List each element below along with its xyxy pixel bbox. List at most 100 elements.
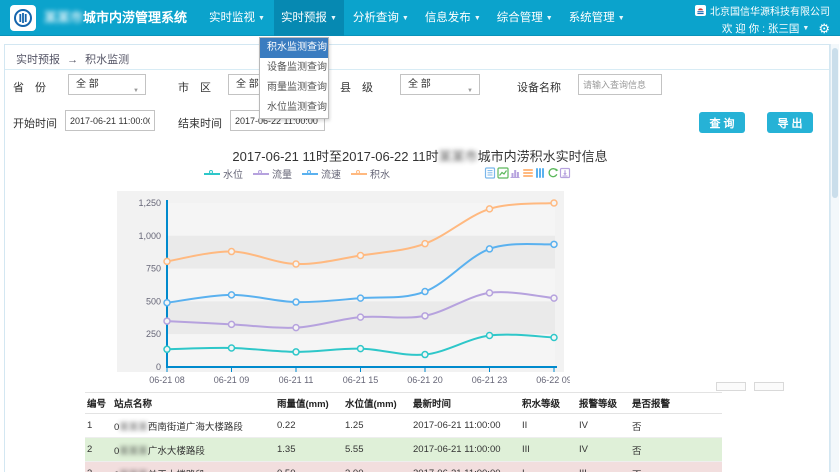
stack-icon[interactable] (522, 167, 534, 179)
chart-title: 2017-06-21 11时至2017-06-22 11时某某市城市内涝积水实时… (0, 146, 840, 165)
city-label: 市 区 (178, 79, 211, 95)
device-name-label: 设备名称 (517, 79, 561, 95)
device-name-input[interactable] (578, 74, 662, 95)
table-row[interactable]: 2 0某某某广水大楼路段 1.35 5.55 2017-06-21 11:00:… (85, 438, 722, 462)
legend-item-waterlevel[interactable]: 水位 (204, 166, 243, 181)
table-row[interactable]: 3 0某某某关王大楼路段 0.50 3.00 2017-06-21 11:00:… (85, 462, 722, 472)
company-logo-icon (695, 5, 706, 16)
user-name[interactable]: 张三国 (768, 21, 800, 36)
nav-item-general-manage[interactable]: 综合管理▼ (490, 0, 560, 36)
chevron-down-icon: ▼ (402, 15, 409, 22)
table-control-button[interactable] (716, 382, 746, 391)
forecast-dropdown-menu: 积水监测查询 设备监测查询 雨量监测查询 水位监测查询 (259, 37, 329, 119)
table-header-row: 编号 站点名称 雨量值(mm) 水位值(mm) 最新时间 积水等级 报警等级 是… (85, 393, 722, 414)
start-time-input[interactable] (65, 110, 155, 131)
svg-text:06-21 15: 06-21 15 (343, 375, 379, 385)
chart-toolbox (484, 167, 572, 179)
station-name: 0某某某广水大楼路段 (112, 438, 275, 462)
breadcrumb-current: 积水监测 (85, 54, 129, 66)
chevron-down-icon[interactable]: ▼ (802, 25, 809, 32)
navbar-right: 北京国信华源科技有限公司 欢 迎 你 : 张三国 ▼ ⚙ (695, 0, 830, 36)
station-name: 0某某某西南街道广海大楼路段 (112, 414, 275, 438)
menu-item-device-monitor-query[interactable]: 设备监测查询 (260, 58, 328, 78)
col-header-level: 积水等级 (520, 393, 577, 414)
svg-text:06-21 20: 06-21 20 (407, 375, 443, 385)
legend-item-flow[interactable]: 流量 (253, 166, 292, 181)
legend-marker (253, 169, 269, 178)
tiled-icon[interactable] (534, 167, 546, 179)
chevron-down-icon: ▼ (133, 82, 139, 101)
welcome-text: 欢 迎 你 : (722, 21, 768, 36)
chevron-down-icon: ▼ (474, 15, 481, 22)
svg-text:1,000: 1,000 (138, 231, 161, 241)
legend-item-waterlog[interactable]: 积水 (351, 166, 390, 181)
legend-marker (204, 169, 220, 178)
nav-item-info-publish[interactable]: 信息发布▼ (418, 0, 488, 36)
legend-marker (302, 169, 318, 178)
col-header-report: 是否报警 (630, 393, 722, 414)
col-header-water: 水位值(mm) (343, 393, 411, 414)
start-time-label: 开始时间 (13, 115, 57, 131)
company-name: 北京国信华源科技有限公司 (710, 3, 830, 18)
scrollbar-thumb[interactable] (832, 48, 838, 198)
table-row[interactable]: 1 0某某某西南街道广海大楼路段 0.22 1.25 2017-06-21 11… (85, 414, 722, 438)
app-logo-icon (10, 5, 36, 31)
col-header-rain: 雨量值(mm) (275, 393, 343, 414)
chevron-down-icon: ▼ (330, 15, 337, 22)
vertical-scrollbar[interactable] (830, 44, 839, 472)
nav-item-analysis-query[interactable]: 分析查询▼ (346, 0, 416, 36)
province-select[interactable]: 全 部▼ (68, 74, 146, 95)
svg-text:06-21 09: 06-21 09 (214, 375, 250, 385)
gear-icon[interactable]: ⚙ (818, 22, 830, 35)
breadcrumb: 实时预报 → 积水监测 (16, 51, 133, 67)
menu-item-waterlevel-monitor-query[interactable]: 水位监测查询 (260, 98, 328, 118)
nav-item-realtime-monitor[interactable]: 实时监视▼ (202, 0, 272, 36)
company-row: 北京国信华源科技有限公司 (695, 3, 830, 18)
save-image-icon[interactable] (559, 167, 571, 179)
end-time-label: 结束时间 (178, 115, 222, 131)
restore-icon[interactable] (547, 167, 559, 179)
chart-title-redacted-city: 某某市 (439, 149, 478, 164)
menu-item-rain-monitor-query[interactable]: 雨量监测查询 (260, 78, 328, 98)
county-select[interactable]: 全 部▼ (400, 74, 480, 95)
app-title-redacted-city: 某某市 (44, 10, 83, 25)
breadcrumb-divider (5, 69, 829, 70)
redacted-text: 某某某 (119, 422, 148, 433)
svg-text:0: 0 (156, 362, 161, 372)
col-header-time: 最新时间 (411, 393, 520, 414)
menu-item-waterlog-monitor-query[interactable]: 积水监测查询 (260, 38, 328, 58)
nav-item-realtime-forecast[interactable]: 实时预报▼ (274, 0, 344, 36)
svg-text:06-21 08: 06-21 08 (149, 375, 185, 385)
nav-item-system-manage[interactable]: 系统管理▼ (562, 0, 632, 36)
data-view-icon[interactable] (484, 167, 496, 179)
svg-text:06-21 23: 06-21 23 (472, 375, 508, 385)
waterlog-chart-svg[interactable]: 02505007501,0001,25006-21 0806-21 0906-2… (95, 191, 570, 391)
station-name: 0某某某关王大楼路段 (112, 462, 275, 472)
line-chart-type-icon[interactable] (497, 167, 509, 179)
query-button[interactable]: 查 询 (699, 112, 745, 133)
app-title: 某某市城市内涝管理系统 (44, 0, 187, 36)
legend-marker (351, 169, 367, 178)
col-header-id: 编号 (85, 393, 112, 414)
col-header-station: 站点名称 (112, 393, 275, 414)
chevron-down-icon: ▼ (546, 15, 553, 22)
export-button[interactable]: 导 出 (767, 112, 813, 133)
app-screen: 某某市城市内涝管理系统 实时监视▼ 实时预报▼ 分析查询▼ 信息发布▼ 综合管理… (0, 0, 840, 472)
bar-chart-type-icon[interactable] (509, 167, 521, 179)
main-nav: 实时监视▼ 实时预报▼ 分析查询▼ 信息发布▼ 综合管理▼ 系统管理▼ (202, 0, 634, 36)
redacted-text: 某某某 (119, 446, 148, 457)
breadcrumb-parent[interactable]: 实时预报 (16, 54, 60, 66)
breadcrumb-arrow-icon: → (67, 54, 78, 66)
chevron-down-icon: ▼ (467, 82, 473, 101)
county-label: 县 级 (340, 79, 373, 95)
table-control-button[interactable] (754, 382, 784, 391)
svg-text:750: 750 (146, 264, 161, 274)
svg-text:06-22 09: 06-22 09 (536, 375, 570, 385)
svg-text:500: 500 (146, 296, 161, 306)
svg-text:250: 250 (146, 329, 161, 339)
legend-item-velocity[interactable]: 流速 (302, 166, 341, 181)
chevron-down-icon: ▼ (618, 15, 625, 22)
svg-text:06-21 11: 06-21 11 (279, 375, 314, 385)
top-navbar: 某某市城市内涝管理系统 实时监视▼ 实时预报▼ 分析查询▼ 信息发布▼ 综合管理… (0, 0, 840, 36)
welcome-row: 欢 迎 你 : 张三国 ▼ ⚙ (695, 21, 830, 36)
